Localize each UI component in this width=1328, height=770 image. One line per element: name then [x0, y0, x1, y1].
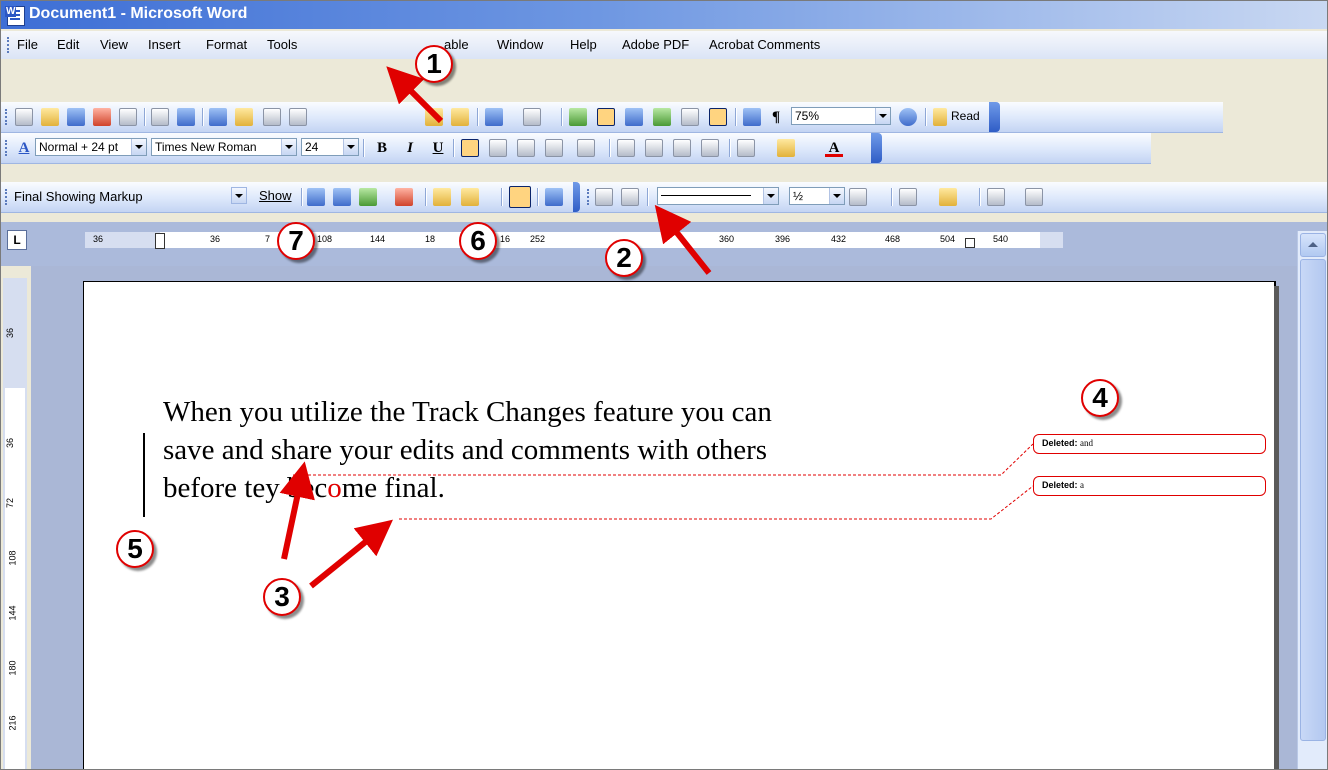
word-window: Document1 - Microsoft Word File Edit Vie… — [0, 0, 1328, 770]
callout-4: 4 — [1081, 379, 1119, 417]
balloon-connector — [399, 485, 1034, 520]
arrow — [279, 461, 315, 560]
callout-7: 7 — [277, 222, 315, 260]
balloon-connector — [293, 443, 1034, 476]
callout-2: 2 — [605, 239, 643, 277]
callout-5: 5 — [116, 530, 154, 568]
annotation-overlay — [279, 66, 1034, 589]
callout-6: 6 — [459, 222, 497, 260]
arrow — [386, 66, 444, 124]
callout-1: 1 — [415, 45, 453, 83]
callout-3: 3 — [263, 578, 301, 616]
arrow — [309, 519, 393, 589]
arrow — [654, 204, 712, 275]
